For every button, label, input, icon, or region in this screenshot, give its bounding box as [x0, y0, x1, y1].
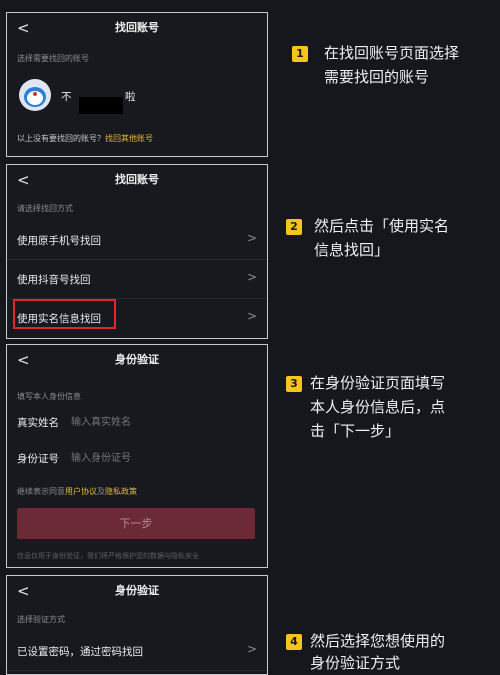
page-title: 找回账号	[115, 173, 159, 186]
real-name-label: 真实姓名	[17, 417, 59, 429]
step-number-badge: 4	[286, 634, 302, 650]
option-label: 已设置密码，通过密码找回	[17, 646, 143, 658]
chevron-right-icon: >	[246, 231, 257, 245]
verification-method-panel: < 身份验证 选择验证方式 已设置密码，通过密码找回 >	[6, 575, 268, 675]
step-number-badge: 1	[292, 46, 308, 62]
section-subtitle: 填写本人身份信息	[17, 392, 81, 401]
next-step-button[interactable]: 下一步	[17, 508, 255, 539]
step-number-badge: 3	[286, 376, 302, 392]
section-subtitle: 选择验证方式	[17, 615, 65, 624]
page-title: 身份验证	[115, 584, 159, 597]
privacy-note: 信息仅用于身份验证，我们将严格保护您的数据与隐私安全	[17, 552, 199, 560]
find-other-account-link[interactable]: 找回其他账号	[105, 134, 153, 143]
step-text-line: 信息找回」	[314, 241, 390, 259]
account-name-prefix[interactable]: 不	[61, 89, 72, 104]
step-number-badge: 2	[286, 219, 302, 235]
footer-text: 以上没有要找回的账号？	[17, 134, 105, 143]
step-text-line: 本人身份信息后，点	[310, 398, 446, 416]
option-douyin-id-recovery[interactable]: 使用抖音号找回 >	[7, 260, 267, 299]
section-subtitle: 选择需要找回的账号	[17, 54, 89, 63]
id-number-input[interactable]	[69, 447, 253, 469]
other-account-footer: 以上没有要找回的账号？找回其他账号	[17, 133, 153, 144]
select-account-panel: < 找回账号 选择需要找回的账号 不 啦 以上没有要找回的账号？找回其他账号	[6, 12, 268, 157]
chevron-right-icon: >	[246, 642, 257, 656]
highlight-box	[13, 299, 116, 329]
privacy-policy-link[interactable]: 隐私政策	[105, 487, 137, 496]
user-agreement-link[interactable]: 用户协议	[65, 487, 97, 496]
agreement-text: 继续表示同意用户协议及隐私政策	[17, 486, 137, 497]
option-label: 使用原手机号找回	[17, 235, 101, 247]
identity-verification-panel: < 身份验证 填写本人身份信息 真实姓名 身份证号 继续表示同意用户协议及隐私政…	[6, 344, 268, 568]
page-title: 身份验证	[115, 353, 159, 366]
step-text-line: 在身份验证页面填写	[310, 374, 446, 392]
avatar[interactable]	[19, 79, 51, 111]
option-label: 使用抖音号找回	[17, 274, 91, 286]
step-text-line: 在找回账号页面选择	[324, 44, 460, 62]
recovery-method-panel: < 找回账号 请选择找回方式 使用原手机号找回 > 使用抖音号找回 > 使用实名…	[6, 164, 268, 339]
id-number-label: 身份证号	[17, 453, 59, 465]
real-name-input[interactable]	[69, 411, 253, 433]
step-text-line: 击「下一步」	[310, 422, 401, 440]
account-name-suffix[interactable]: 啦	[125, 89, 136, 104]
chevron-right-icon: >	[246, 309, 257, 323]
panel-header: < 找回账号	[7, 165, 267, 195]
step-text-line: 身份验证方式	[310, 654, 401, 672]
panel-header: < 身份验证	[7, 576, 267, 606]
section-subtitle: 请选择找回方式	[17, 204, 73, 213]
step-text-line: 需要找回的账号	[324, 68, 430, 86]
agree-and: 及	[97, 487, 105, 496]
page-title: 找回账号	[115, 21, 159, 34]
option-password-recovery[interactable]: 已设置密码，通过密码找回 >	[7, 632, 267, 671]
agree-prefix: 继续表示同意	[17, 487, 65, 496]
step-text-line: 然后选择您想使用的	[310, 632, 446, 650]
panel-header: < 找回账号	[7, 13, 267, 43]
step-text-line: 然后点击「使用实名	[314, 217, 450, 235]
redaction-mask	[79, 97, 123, 114]
panel-header: < 身份验证	[7, 345, 267, 375]
option-phone-recovery[interactable]: 使用原手机号找回 >	[7, 221, 267, 260]
chevron-right-icon: >	[246, 270, 257, 284]
